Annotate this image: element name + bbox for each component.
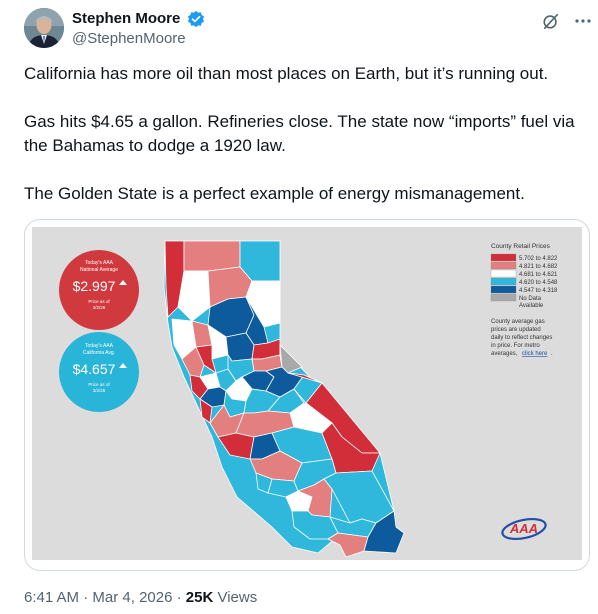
- tweet-time[interactable]: 6:41 AM: [24, 589, 79, 606]
- click-here-link[interactable]: click here: [522, 351, 548, 357]
- legend-swatch: [490, 269, 517, 278]
- tweet-media-image[interactable]: Today's AAA National Average $2.997 Pric…: [24, 219, 590, 571]
- legend-swatch: [490, 293, 517, 302]
- national-asof: Price as of: [88, 299, 110, 304]
- national-label-2: National Average: [80, 267, 118, 273]
- tweet-paragraph: California has more oil than most places…: [24, 64, 549, 83]
- legend-note-line: daily to reflect changes: [491, 335, 552, 341]
- legend-label: 4.620 to 4.548: [519, 280, 558, 286]
- national-label-1: Today's AAA: [85, 260, 114, 266]
- legend-swatch: [490, 277, 517, 286]
- author-name[interactable]: Stephen Moore: [72, 10, 180, 27]
- grok-icon[interactable]: [542, 12, 560, 30]
- gas-price-map-graphic: Today's AAA National Average $2.997 Pric…: [32, 227, 582, 560]
- legend-swatch: [490, 261, 517, 270]
- national-asof-date: 3/2/26: [93, 305, 106, 310]
- legend-swatch: [490, 253, 517, 262]
- gas-price-map-svg: Today's AAA National Average $2.997 Pric…: [32, 227, 582, 560]
- california-average-badge: Today's AAA California Avg. $4.657 Price…: [59, 332, 139, 412]
- more-icon[interactable]: [572, 10, 594, 32]
- legend-label: No Data: [519, 296, 542, 302]
- legend-note-line: County average gas: [491, 319, 545, 325]
- legend-label: 4.821 to 4.682: [519, 264, 558, 270]
- aaa-logo-text: AAA: [509, 521, 538, 536]
- california-label-2: California Avg.: [83, 350, 115, 356]
- california-asof-date: 3/2/26: [93, 388, 106, 393]
- california-asof: Price as of: [88, 382, 110, 387]
- legend-label: 4.681 to 4.621: [519, 272, 558, 278]
- california-price: $4.657: [73, 361, 116, 377]
- tweet-paragraph: Gas hits $4.65 a gallon. Refineries clos…: [24, 112, 575, 155]
- verified-badge-icon: [187, 10, 205, 28]
- legend-note-line: prices are updated: [491, 327, 541, 333]
- california-label-1: Today's AAA: [85, 343, 114, 349]
- views-label: Views: [217, 589, 258, 606]
- national-price: $2.997: [73, 278, 116, 294]
- footer-separator: ·: [172, 589, 186, 606]
- legend-note-line: in price. For metro: [491, 343, 540, 349]
- tweet-text: California has more oil than most places…: [24, 62, 579, 230]
- legend-label: Available: [519, 303, 544, 309]
- legend-title: County Retail Prices: [491, 243, 551, 250]
- legend-label: 4.547 to 4.318: [519, 288, 558, 294]
- legend-note-line: averages,: [491, 351, 518, 357]
- legend-swatch: [490, 285, 517, 294]
- legend-label: 5.702 to 4.822: [519, 256, 558, 262]
- footer-separator: ·: [79, 589, 93, 606]
- author-avatar[interactable]: [24, 8, 64, 48]
- tweet-footer: 6:41 AM · Mar 4, 2026 · 25K Views: [24, 589, 257, 606]
- national-average-badge: Today's AAA National Average $2.997 Pric…: [59, 250, 139, 330]
- tweet-header: Stephen Moore @StephenMoore: [24, 6, 591, 54]
- tweet-date[interactable]: Mar 4, 2026: [92, 589, 172, 606]
- author-handle[interactable]: @StephenMoore: [72, 30, 186, 47]
- tweet-paragraph: The Golden State is a perfect example of…: [24, 184, 525, 203]
- views-count: 25K: [185, 589, 214, 606]
